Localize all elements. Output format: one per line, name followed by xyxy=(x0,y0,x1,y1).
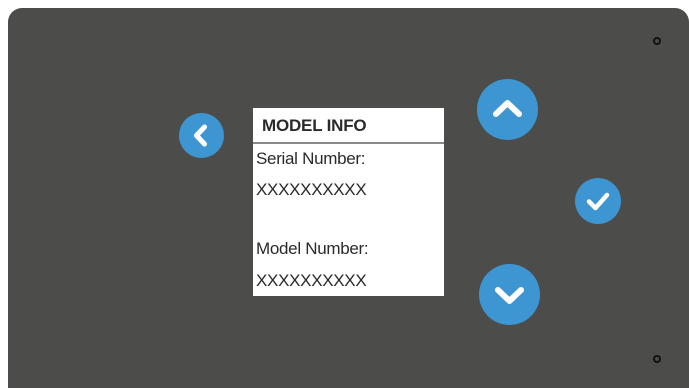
mounting-hole-top xyxy=(653,37,661,45)
checkmark-icon xyxy=(586,192,610,211)
serial-number-label: Serial Number: xyxy=(256,149,366,168)
confirm-button[interactable] xyxy=(575,178,621,224)
model-number-label: Model Number: xyxy=(256,239,369,258)
back-button[interactable] xyxy=(179,113,224,158)
chevron-left-icon xyxy=(194,124,207,147)
chevron-up-icon xyxy=(493,100,522,117)
serial-number-value: XXXXXXXXXX xyxy=(256,180,367,199)
screen-title: MODEL INFO xyxy=(262,116,367,135)
up-button[interactable] xyxy=(477,79,538,140)
model-number-value: XXXXXXXXXX xyxy=(256,271,367,290)
screen-divider xyxy=(253,142,444,144)
down-button[interactable] xyxy=(479,264,540,325)
mounting-hole-bottom xyxy=(653,355,661,363)
display-screen: MODEL INFO Serial Number: XXXXXXXXXX Mod… xyxy=(253,108,444,296)
chevron-down-icon xyxy=(495,287,524,304)
